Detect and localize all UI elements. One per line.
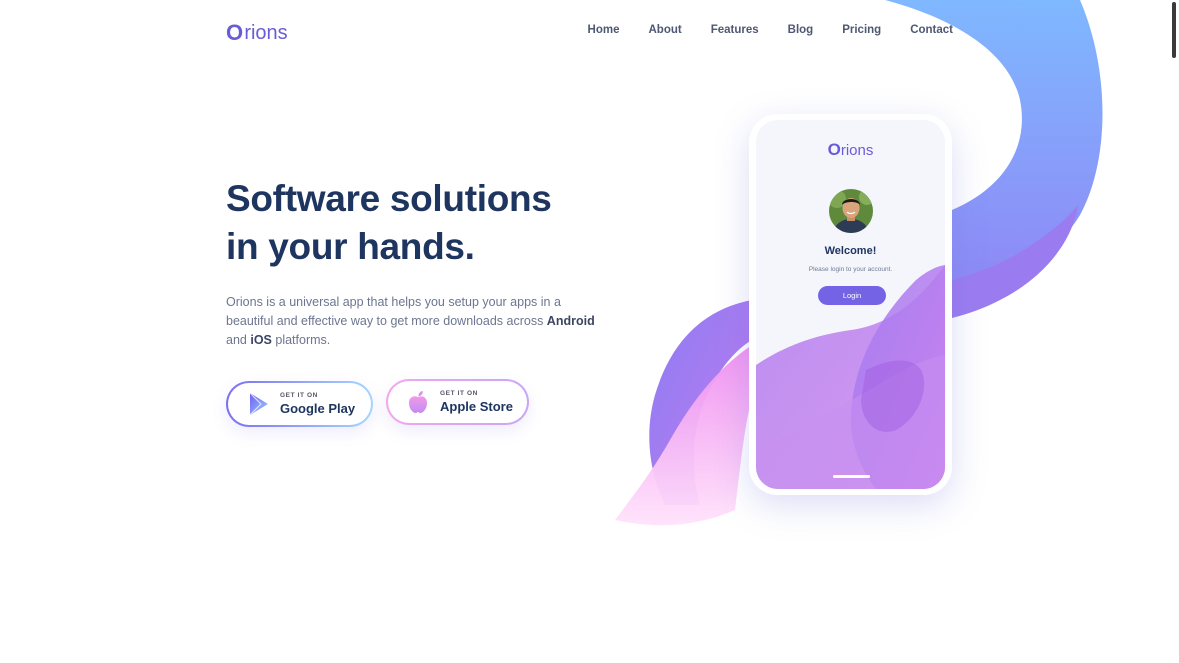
logo-text: rions — [244, 21, 288, 44]
brand-logo[interactable]: O rions — [226, 20, 288, 46]
phone-logo: Orions — [756, 140, 945, 160]
phone-logo-mark: O — [827, 140, 841, 159]
hero-desc-ios: iOS — [250, 333, 272, 347]
phone-screen: Orions Welcome! Please login to your acc… — [756, 120, 945, 489]
avatar — [829, 189, 873, 233]
home-indicator — [833, 475, 870, 478]
hero-desc-android: Android — [546, 314, 595, 328]
hero-title-line1: Software solutions — [226, 178, 552, 219]
nav-contact[interactable]: Contact — [910, 24, 953, 36]
google-play-button[interactable]: GET IT ON Google Play — [226, 381, 373, 427]
hero-desc-text: Orions is a universal app that helps you… — [226, 295, 561, 328]
hero-title: Software solutions in your hands. — [226, 175, 552, 271]
hero-description: Orions is a universal app that helps you… — [226, 293, 606, 350]
hero-desc-end: platforms. — [271, 333, 331, 347]
main-nav: Home About Features Blog Pricing Contact — [588, 24, 953, 36]
hero-desc-and: and — [226, 333, 251, 347]
logo-mark: O — [226, 20, 244, 45]
page-scrollbar[interactable] — [1172, 2, 1176, 58]
nav-pricing[interactable]: Pricing — [842, 24, 881, 36]
nav-features[interactable]: Features — [711, 24, 759, 36]
nav-about[interactable]: About — [648, 24, 681, 36]
nav-blog[interactable]: Blog — [788, 24, 814, 36]
google-play-label: Google Play — [280, 401, 356, 417]
nav-home[interactable]: Home — [588, 24, 620, 36]
welcome-heading: Welcome! — [824, 245, 877, 257]
hero-title-line2: in your hands. — [226, 226, 475, 267]
phone-mockup: Orions Welcome! Please login to your acc… — [749, 114, 952, 495]
google-play-icon — [246, 391, 272, 417]
apple-icon — [405, 389, 431, 415]
google-play-small-label: GET IT ON — [280, 391, 318, 399]
apple-store-button[interactable]: GET IT ON Apple Store — [386, 379, 529, 425]
apple-store-small-label: GET IT ON — [440, 389, 478, 397]
login-button[interactable]: Login — [818, 286, 886, 305]
apple-store-label: Apple Store — [440, 399, 513, 415]
phone-logo-text: rions — [840, 142, 874, 159]
landing-page: O rions Home About Features Blog Pricing… — [0, 0, 1179, 663]
login-subtitle: Please login to your account. — [808, 266, 893, 273]
